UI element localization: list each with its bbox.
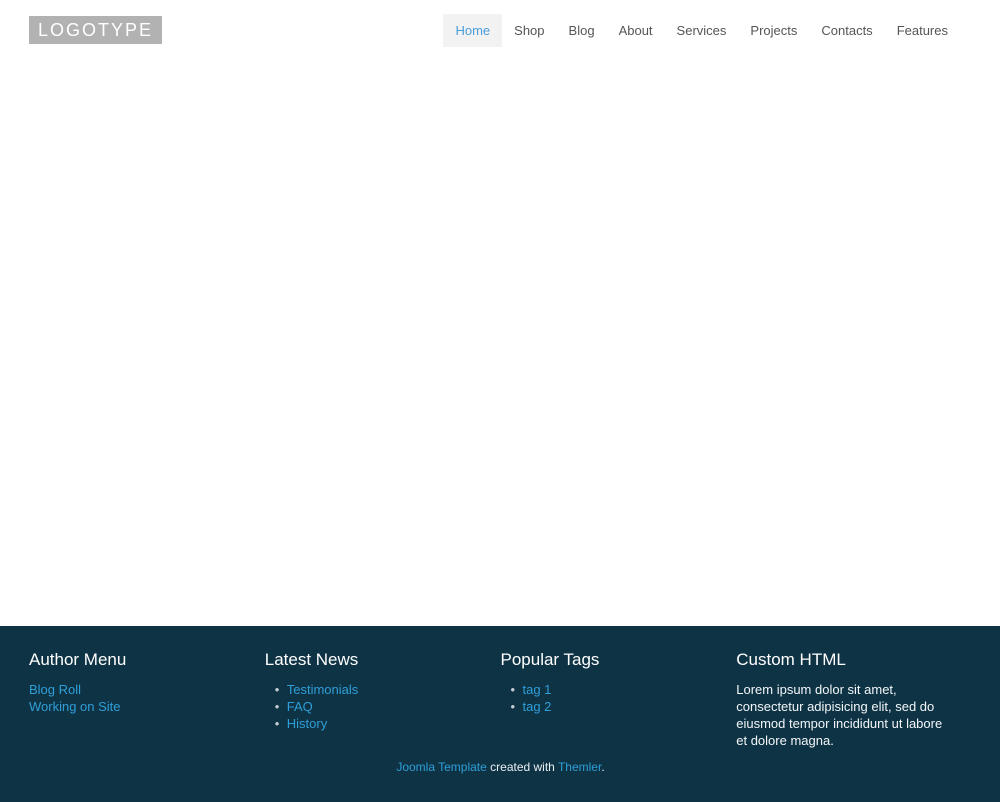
list-item: Testimonials: [265, 681, 475, 698]
site-header: LOGOTYPE Home Shop Blog About Services P…: [0, 0, 1000, 60]
footer-link-history[interactable]: History: [287, 716, 327, 731]
main-nav: Home Shop Blog About Services Projects C…: [443, 13, 960, 47]
footer-heading-author-menu: Author Menu: [29, 650, 127, 669]
nav-item-about[interactable]: About: [607, 14, 665, 47]
list-item: Blog Roll: [29, 681, 239, 698]
page: { "theme": { "footer_bg": "#0e3345", "li…: [0, 0, 1000, 802]
latest-news-list: Testimonials FAQ History: [265, 681, 475, 732]
list-item: tag 1: [501, 681, 711, 698]
credit-period: .: [601, 760, 605, 774]
footer-link-faq[interactable]: FAQ: [287, 699, 313, 714]
footer-heading-popular-tags: Popular Tags: [500, 650, 600, 669]
footer-link-testimonials[interactable]: Testimonials: [287, 682, 359, 697]
footer-col-author-menu: Author Menu Blog Roll Working on Site: [29, 650, 265, 749]
footer-link-tag-2[interactable]: tag 2: [523, 699, 552, 714]
nav-item-contacts[interactable]: Contacts: [809, 14, 884, 47]
nav-item-services[interactable]: Services: [665, 14, 739, 47]
logo: LOGOTYPE: [29, 16, 163, 44]
popular-tags-list: tag 1 tag 2: [501, 681, 711, 715]
footer-link-working-on-site[interactable]: Working on Site: [29, 699, 121, 714]
nav-item-features[interactable]: Features: [885, 14, 960, 47]
site-footer: Author Menu Blog Roll Working on Site La…: [0, 626, 1000, 802]
footer-heading-latest-news: Latest News: [264, 650, 359, 669]
list-item: tag 2: [501, 698, 711, 715]
author-menu-list: Blog Roll Working on Site: [29, 681, 239, 715]
main-content: [0, 60, 1000, 626]
nav-item-blog[interactable]: Blog: [557, 14, 607, 47]
joomla-template-link[interactable]: Joomla Template: [396, 760, 487, 774]
nav-item-shop[interactable]: Shop: [502, 14, 556, 47]
footer-col-latest-news: Latest News Testimonials FAQ History: [264, 650, 501, 749]
footer-columns: Author Menu Blog Roll Working on Site La…: [29, 650, 972, 749]
footer-credit: Joomla Template created with Themler.: [29, 761, 972, 802]
themler-link[interactable]: Themler: [558, 760, 601, 774]
footer-col-popular-tags: Popular Tags tag 1 tag 2: [500, 650, 737, 749]
credit-text: created with: [486, 760, 558, 774]
custom-html-text: Lorem ipsum dolor sit amet, consectetur …: [736, 681, 943, 748]
list-item: Working on Site: [29, 698, 239, 715]
footer-heading-custom-html: Custom HTML: [736, 650, 846, 669]
footer-link-blog-roll[interactable]: Blog Roll: [29, 682, 81, 697]
list-item: FAQ: [265, 698, 475, 715]
list-item: History: [265, 715, 475, 732]
nav-item-home[interactable]: Home: [443, 13, 503, 47]
nav-item-projects[interactable]: Projects: [738, 14, 809, 47]
footer-link-tag-1[interactable]: tag 1: [523, 682, 552, 697]
footer-col-custom-html: Custom HTML Lorem ipsum dolor sit amet, …: [736, 650, 972, 749]
